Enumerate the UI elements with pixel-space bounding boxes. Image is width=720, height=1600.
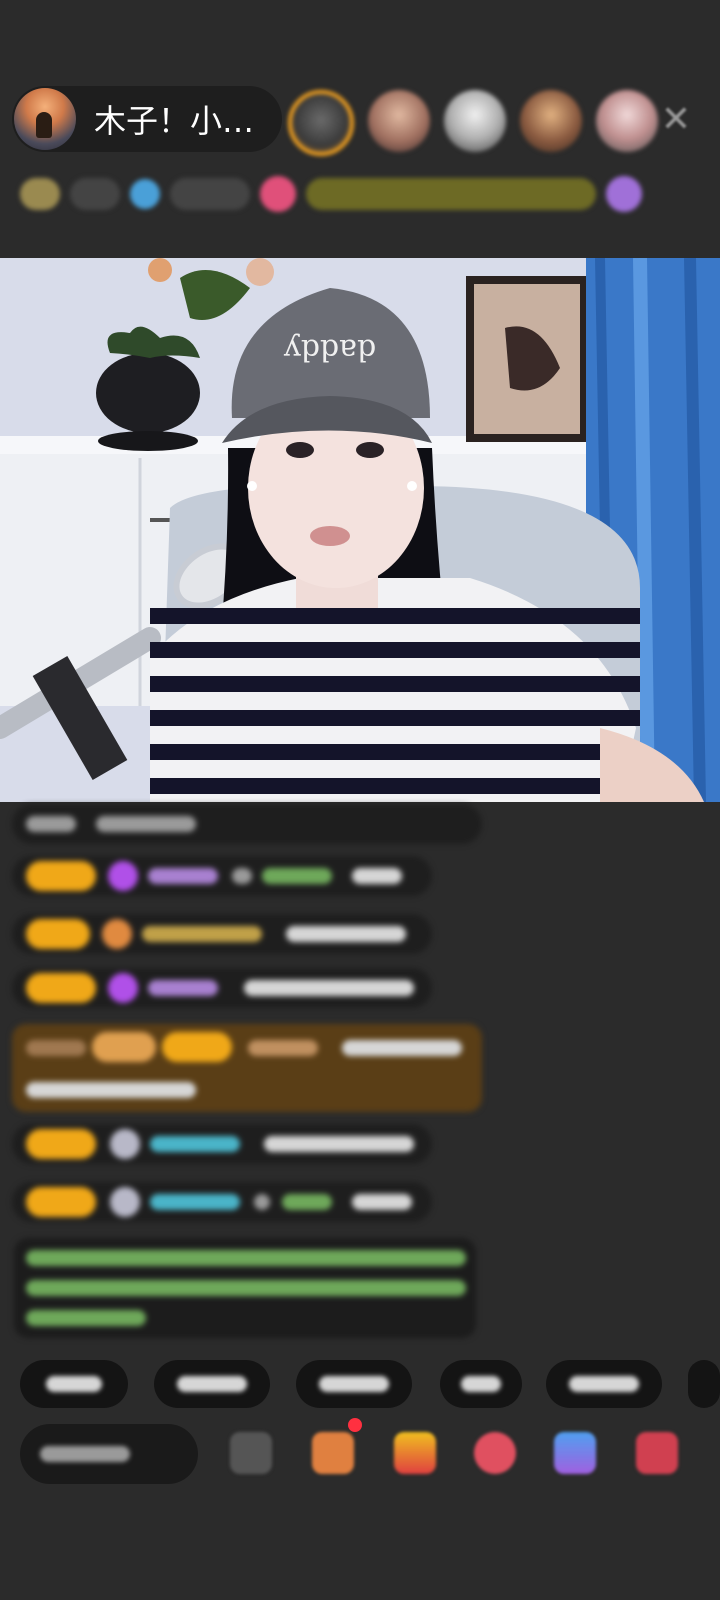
gift-icon[interactable]	[394, 1432, 436, 1474]
gift-message[interactable]	[12, 1024, 482, 1112]
chat-input[interactable]	[20, 1424, 198, 1484]
quick-phrase-button[interactable]	[546, 1360, 662, 1408]
event-icon[interactable]	[606, 176, 642, 212]
system-message	[14, 1238, 476, 1338]
chat-message[interactable]	[12, 1124, 432, 1164]
chat-message[interactable]	[12, 804, 482, 844]
host-avatar[interactable]	[14, 88, 76, 150]
chat-message[interactable]	[12, 968, 432, 1008]
emoji-icon[interactable]	[230, 1432, 272, 1474]
chat-message[interactable]	[12, 856, 432, 896]
info-text	[170, 178, 250, 210]
close-icon[interactable]: ✕	[656, 100, 696, 140]
notice-ticker[interactable]	[306, 178, 596, 210]
viewer-avatar[interactable]	[444, 90, 506, 152]
info-text	[70, 178, 120, 210]
quick-phrase-button[interactable]	[154, 1360, 270, 1408]
heart-icon[interactable]	[474, 1432, 516, 1474]
svg-text:daddy: daddy	[284, 332, 376, 367]
viewer-avatar[interactable]	[596, 90, 658, 152]
gift-box-icon[interactable]	[312, 1432, 354, 1474]
quick-phrase-button[interactable]	[296, 1360, 412, 1408]
host-name: 木子！小…	[94, 102, 255, 140]
chat-message[interactable]	[12, 1182, 432, 1222]
viewer-avatar[interactable]	[520, 90, 582, 152]
viewer-avatar[interactable]	[288, 90, 354, 156]
share-icon[interactable]	[554, 1432, 596, 1474]
notification-dot	[348, 1418, 362, 1432]
pk-icon[interactable]	[260, 176, 296, 212]
viewer-avatar[interactable]	[368, 90, 430, 152]
quick-phrase-button[interactable]	[440, 1360, 522, 1408]
host-info[interactable]: 木子！小…	[12, 86, 282, 152]
more-icon[interactable]	[636, 1432, 678, 1474]
info-icon	[130, 179, 160, 209]
live-video[interactable]: daddy	[0, 258, 720, 802]
quick-phrase-button[interactable]	[688, 1360, 720, 1408]
chat-message[interactable]	[12, 914, 432, 954]
live-info-row	[20, 172, 688, 216]
quick-phrase-button[interactable]	[20, 1360, 128, 1408]
viewer-avatars	[288, 90, 658, 156]
rank-badge[interactable]	[20, 178, 60, 210]
